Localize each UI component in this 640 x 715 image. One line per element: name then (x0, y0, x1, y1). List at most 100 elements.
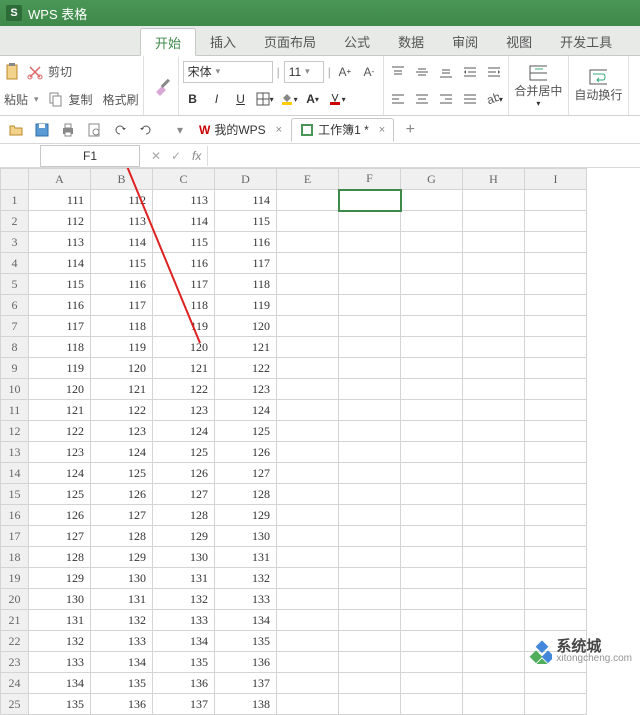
cell-E12[interactable] (277, 421, 339, 442)
cell-G21[interactable] (401, 610, 463, 631)
cell-D12[interactable]: 125 (215, 421, 277, 442)
row-header-17[interactable]: 17 (1, 526, 29, 547)
redo-icon[interactable] (136, 120, 156, 140)
cell-E9[interactable] (277, 358, 339, 379)
cell-C24[interactable]: 136 (153, 673, 215, 694)
row-header-8[interactable]: 8 (1, 337, 29, 358)
fx-icon[interactable]: fx (192, 149, 201, 163)
cell-C6[interactable]: 118 (153, 295, 215, 316)
cell-I5[interactable] (525, 274, 587, 295)
cell-G6[interactable] (401, 295, 463, 316)
cell-H25[interactable] (463, 694, 525, 715)
cell-A6[interactable]: 116 (29, 295, 91, 316)
cell-H20[interactable] (463, 589, 525, 610)
cell-E4[interactable] (277, 253, 339, 274)
cell-C22[interactable]: 134 (153, 631, 215, 652)
cell-H11[interactable] (463, 400, 525, 421)
cell-I2[interactable] (525, 211, 587, 232)
align-left-icon[interactable] (388, 89, 408, 109)
cell-C5[interactable]: 117 (153, 274, 215, 295)
highlight-button[interactable]: ▾ (327, 89, 347, 109)
cell-H1[interactable] (463, 190, 525, 211)
cell-D13[interactable]: 126 (215, 442, 277, 463)
col-header-B[interactable]: B (91, 169, 153, 190)
menu-tab-开发工具[interactable]: 开发工具 (546, 27, 626, 55)
cell-D14[interactable]: 127 (215, 463, 277, 484)
cell-G14[interactable] (401, 463, 463, 484)
cell-E11[interactable] (277, 400, 339, 421)
menu-tab-审阅[interactable]: 审阅 (438, 27, 492, 55)
cell-H19[interactable] (463, 568, 525, 589)
cell-B12[interactable]: 123 (91, 421, 153, 442)
cell-G4[interactable] (401, 253, 463, 274)
cell-F24[interactable] (339, 673, 401, 694)
cell-F18[interactable] (339, 547, 401, 568)
cell-F16[interactable] (339, 505, 401, 526)
cell-H24[interactable] (463, 673, 525, 694)
cell-G25[interactable] (401, 694, 463, 715)
cell-G13[interactable] (401, 442, 463, 463)
cell-I14[interactable] (525, 463, 587, 484)
cell-D22[interactable]: 135 (215, 631, 277, 652)
cell-F25[interactable] (339, 694, 401, 715)
cell-B6[interactable]: 117 (91, 295, 153, 316)
cell-H17[interactable] (463, 526, 525, 547)
cell-H12[interactable] (463, 421, 525, 442)
cell-G20[interactable] (401, 589, 463, 610)
cell-D23[interactable]: 136 (215, 652, 277, 673)
col-header-E[interactable]: E (277, 169, 339, 190)
cell-F10[interactable] (339, 379, 401, 400)
scissors-icon[interactable] (26, 63, 44, 81)
align-middle-icon[interactable] (412, 62, 432, 82)
cell-G15[interactable] (401, 484, 463, 505)
menu-tab-视图[interactable]: 视图 (492, 27, 546, 55)
cell-D3[interactable]: 116 (215, 232, 277, 253)
cell-C2[interactable]: 114 (153, 211, 215, 232)
copy-label[interactable]: 复制 (69, 91, 93, 108)
cell-A19[interactable]: 129 (29, 568, 91, 589)
cell-D20[interactable]: 133 (215, 589, 277, 610)
cell-H7[interactable] (463, 316, 525, 337)
cell-I11[interactable] (525, 400, 587, 421)
row-header-10[interactable]: 10 (1, 379, 29, 400)
cell-C3[interactable]: 115 (153, 232, 215, 253)
cell-G7[interactable] (401, 316, 463, 337)
cell-C7[interactable]: 119 (153, 316, 215, 337)
cell-I17[interactable] (525, 526, 587, 547)
cell-D19[interactable]: 132 (215, 568, 277, 589)
row-header-9[interactable]: 9 (1, 358, 29, 379)
cell-I25[interactable] (525, 694, 587, 715)
cell-F6[interactable] (339, 295, 401, 316)
cell-E8[interactable] (277, 337, 339, 358)
merge-group[interactable]: 合并居中▾ (509, 56, 569, 115)
cell-C12[interactable]: 124 (153, 421, 215, 442)
menu-tab-开始[interactable]: 开始 (140, 28, 196, 56)
cell-G18[interactable] (401, 547, 463, 568)
row-header-11[interactable]: 11 (1, 400, 29, 421)
cell-I21[interactable] (525, 610, 587, 631)
row-header-24[interactable]: 24 (1, 673, 29, 694)
cell-F15[interactable] (339, 484, 401, 505)
cut-label[interactable]: 剪切 (48, 63, 72, 80)
row-header-15[interactable]: 15 (1, 484, 29, 505)
cell-B20[interactable]: 131 (91, 589, 153, 610)
cell-H18[interactable] (463, 547, 525, 568)
cell-A1[interactable]: 111 (29, 190, 91, 211)
cell-F17[interactable] (339, 526, 401, 547)
cell-G24[interactable] (401, 673, 463, 694)
menu-tab-插入[interactable]: 插入 (196, 27, 250, 55)
indent-left-icon[interactable] (460, 62, 480, 82)
cell-A18[interactable]: 128 (29, 547, 91, 568)
cell-B8[interactable]: 119 (91, 337, 153, 358)
cell-A2[interactable]: 112 (29, 211, 91, 232)
cell-H22[interactable] (463, 631, 525, 652)
cell-F14[interactable] (339, 463, 401, 484)
cell-I24[interactable] (525, 673, 587, 694)
row-header-20[interactable]: 20 (1, 589, 29, 610)
cell-E20[interactable] (277, 589, 339, 610)
cell-E1[interactable] (277, 190, 339, 211)
cell-D11[interactable]: 124 (215, 400, 277, 421)
cell-D17[interactable]: 130 (215, 526, 277, 547)
cell-D2[interactable]: 115 (215, 211, 277, 232)
row-header-19[interactable]: 19 (1, 568, 29, 589)
